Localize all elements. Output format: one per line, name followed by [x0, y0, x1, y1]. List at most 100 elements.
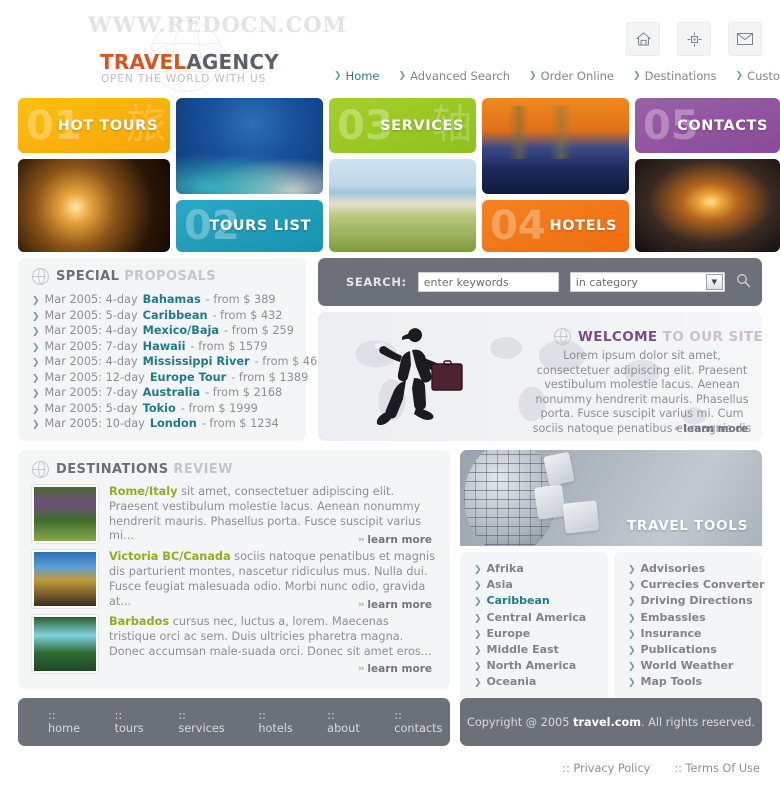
nav-item-customers-tools[interactable]: ❯Customers Tools: [736, 69, 780, 83]
service-item-embassies[interactable]: ❯ Embassies: [628, 610, 754, 626]
regions-column: ❯ Afrika ❯ Asia ❯ Caribbean ❯ Central Americ…: [460, 552, 608, 700]
primary-navigation: ❯ Home ❯ Advanced Search ❯ Order Online ❯ De…: [334, 69, 780, 83]
service-label: Driving Directions: [640, 594, 753, 608]
list-item[interactable]: ❯ Mar 2005: 5-day Tokio - from $ 1999: [32, 401, 294, 417]
item-destination: Bahamas: [142, 293, 201, 306]
service-item-world-weather[interactable]: ❯ World Weather: [628, 658, 754, 674]
copyright-text: Copyright @ 2005 travel.com. All rights …: [467, 716, 755, 729]
privacy-policy-link[interactable]: :: Privacy Policy: [562, 762, 650, 775]
home-icon-button[interactable]: [626, 22, 660, 56]
footer-link-hotels[interactable]: :: hotels: [258, 709, 301, 735]
nav-label: Destinations: [644, 69, 717, 83]
category-select[interactable]: in category ▼: [569, 272, 725, 292]
destination-name: Rome/Italy: [109, 485, 178, 498]
item-prefix: Mar 2005: 7-day: [44, 386, 138, 399]
search-submit-icon[interactable]: [736, 273, 751, 292]
list-item[interactable]: ❯ Mar 2005: 12-day Europe Tour - from $ 1…: [32, 370, 308, 386]
footer-link-home[interactable]: :: home: [48, 709, 89, 735]
learn-more-label: learn more: [367, 599, 432, 612]
keyboard-key-image: [533, 484, 567, 520]
nav-item-advanced-search[interactable]: ❯ Advanced Search: [399, 69, 511, 83]
item-price: - from $ 1999: [180, 401, 258, 415]
learn-more-label: learn more: [683, 423, 748, 435]
bullet-arrow-icon: ❯: [628, 629, 636, 640]
destination-item[interactable]: Victoria BC/Canada sociis natoque penati…: [32, 550, 438, 613]
tile-number: 04: [490, 203, 546, 249]
footer-link-services[interactable]: :: services: [178, 709, 232, 735]
list-item[interactable]: ❯ Mar 2005: 4-day Bahamas - from $ 389: [32, 292, 294, 308]
service-item-map-tools[interactable]: ❯ Map Tools: [628, 674, 754, 690]
site-logo[interactable]: TRAVELAGENCY: [100, 50, 279, 74]
footer-link-contacts[interactable]: :: contacts: [394, 709, 450, 735]
nav-item-order-online[interactable]: ❯ Order Online: [529, 69, 614, 83]
tile-contacts[interactable]: 05 CONTACTS: [635, 98, 780, 153]
region-item-central-america[interactable]: ❯ Central America: [474, 610, 600, 626]
learn-more-link[interactable]: ›› learn more: [358, 534, 432, 546]
tile-label: TOURS LIST: [209, 218, 311, 234]
service-item-insurance[interactable]: ❯ Insurance: [628, 626, 754, 642]
list-item[interactable]: ❯ Mar 2005: 5-day Caribbean - from $ 432: [32, 308, 294, 324]
sitemap-icon-button[interactable]: [677, 22, 711, 56]
region-item-afrika[interactable]: ❯ Afrika: [474, 561, 600, 577]
tile-photo-harbor-sunset[interactable]: [635, 159, 780, 252]
nav-arrow-icon: ❯: [398, 70, 407, 81]
learn-more-link[interactable]: ›› learn more: [358, 663, 432, 675]
service-item-advisories[interactable]: ❯ Advisories: [628, 561, 754, 577]
bullet-arrow-icon: ❯: [32, 311, 40, 322]
list-item[interactable]: ❯ Mar 2005: 7-day Australia - from $ 2168: [32, 385, 294, 401]
victoria-thumbnail[interactable]: [32, 550, 98, 609]
list-item[interactable]: ❯ Mar 2005: 10-day London - from $ 1234: [32, 416, 294, 432]
item-price: - from $ 1579: [190, 339, 268, 353]
service-item-publications[interactable]: ❯ Publications: [628, 642, 754, 658]
logo-part-agency: AGENCY: [186, 50, 279, 74]
nav-arrow-icon: ❯: [735, 70, 744, 81]
terms-of-use-link[interactable]: :: Terms Of Use: [674, 762, 760, 775]
special-proposals-header: SPECIAL PROPOSALS: [31, 267, 294, 285]
region-item-europe[interactable]: ❯ Europe: [474, 626, 600, 642]
service-item-currencies-converter[interactable]: ❯ Currecies Converter: [628, 577, 765, 593]
bullet-arrow-icon: ❯: [32, 373, 40, 384]
tile-column-3: 03 轴 SERVICES: [329, 98, 476, 252]
nav-item-destinations[interactable]: ❯ Destinations: [633, 69, 717, 83]
tile-photo-beach-boats[interactable]: [329, 159, 476, 252]
search-input[interactable]: [417, 272, 559, 292]
footer-link-about[interactable]: :: about: [327, 709, 368, 735]
tile-tours-list[interactable]: 02 TOURS LIST: [176, 200, 323, 252]
region-item-caribbean[interactable]: ❯ Caribbean: [474, 593, 600, 609]
welcome-learn-more-link[interactable]: ›› learn more: [674, 423, 748, 435]
learn-more-link[interactable]: ›› learn more: [358, 599, 432, 611]
item-destination: London: [149, 417, 197, 430]
service-item-driving-directions[interactable]: ❯ Driving Directions: [628, 593, 754, 609]
tile-hot-tours[interactable]: 01 旅 HOT TOURS: [18, 98, 170, 153]
item-price: - from $ 2168: [205, 386, 283, 399]
tile-services[interactable]: 03 轴 SERVICES: [329, 98, 476, 153]
tile-column-1: 01 旅 HOT TOURS: [18, 98, 170, 252]
service-label: Embassies: [640, 610, 706, 624]
nav-item-home[interactable]: ❯ Home: [334, 69, 380, 83]
tile-photo-tower-bridge[interactable]: [482, 98, 629, 194]
bullet-arrow-icon: ❯: [628, 581, 636, 592]
tile-label: SERVICES: [380, 117, 464, 134]
mail-icon-button[interactable]: [728, 22, 762, 56]
nav-arrow-icon: ❯: [633, 70, 641, 81]
tile-photo-palm-sunset[interactable]: [18, 159, 170, 252]
region-item-middle-east[interactable]: ❯ Middle East: [474, 642, 600, 658]
rome-thumbnail[interactable]: [32, 485, 98, 543]
section-title: SPECIAL PROPOSALS: [56, 269, 216, 284]
region-item-asia[interactable]: ❯ Asia: [474, 577, 600, 593]
destination-item[interactable]: Barbados cursus nec, luctus a, lorem. Ma…: [32, 615, 438, 677]
tile-hotels[interactable]: 04 HOTELS: [482, 200, 629, 252]
list-item[interactable]: ❯ Mar 2005: 7-day Hawaii - from $ 1579: [32, 339, 294, 355]
item-destination: Caribbean: [142, 308, 208, 322]
footer-link-tours[interactable]: :: tours: [115, 709, 153, 735]
list-item[interactable]: ❯ Mar 2005: 4-day Mexico/Baja - from $ 25…: [32, 323, 294, 339]
tile-photo-coral-fish[interactable]: [176, 98, 323, 194]
list-item[interactable]: ❯ Mar 2005: 4-day Mississippi River - fro…: [32, 354, 324, 370]
region-item-oceania[interactable]: ❯ Oceania: [474, 674, 600, 690]
nav-label: Customers Tools: [747, 69, 780, 83]
barbados-thumbnail[interactable]: [32, 615, 98, 674]
item-destination: Australia: [142, 386, 201, 399]
chevron-down-icon[interactable]: ▼: [705, 274, 723, 290]
region-item-north-america[interactable]: ❯ North America: [474, 658, 600, 674]
destination-item[interactable]: Rome/Italy sit amet, consectetuer adipis…: [32, 485, 438, 548]
